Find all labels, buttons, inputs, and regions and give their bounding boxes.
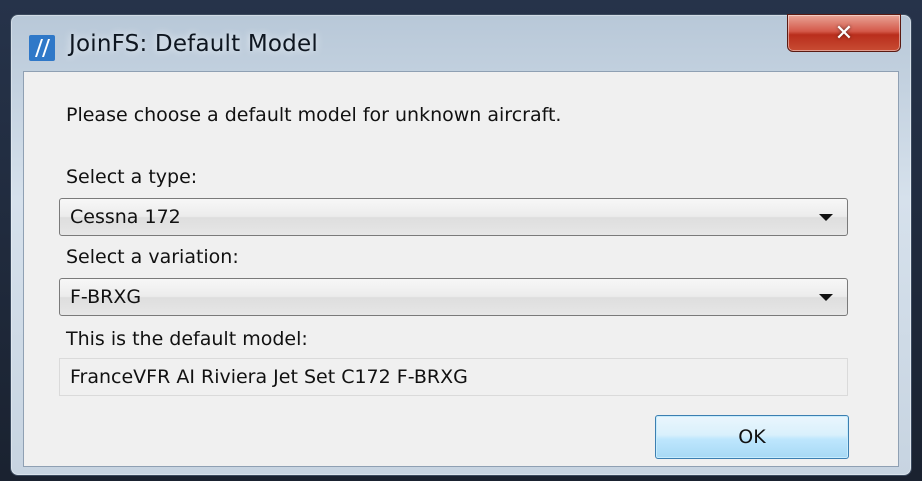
chevron-down-icon: [819, 294, 833, 301]
close-button[interactable]: ✕: [787, 14, 901, 52]
dialog-window: JoinFS: Default Model ✕ Please choose a …: [10, 14, 912, 476]
close-icon: ✕: [834, 20, 854, 46]
window-title: JoinFS: Default Model: [69, 31, 318, 57]
default-model-field[interactable]: FranceVFR AI Riviera Jet Set C172 F-BRXG: [59, 358, 848, 396]
type-label: Select a type:: [66, 166, 198, 188]
type-selected-value: Cessna 172: [70, 206, 181, 228]
chevron-down-icon: [819, 214, 833, 221]
dialog-body: Please choose a default model for unknow…: [23, 71, 899, 467]
variation-label: Select a variation:: [66, 246, 239, 268]
default-model-value: FranceVFR AI Riviera Jet Set C172 F-BRXG: [70, 366, 468, 388]
variation-dropdown[interactable]: F-BRXG: [59, 278, 848, 316]
type-dropdown[interactable]: Cessna 172: [59, 198, 848, 236]
title-bar[interactable]: JoinFS: Default Model ✕: [11, 14, 911, 71]
prompt-text: Please choose a default model for unknow…: [66, 104, 562, 126]
desktop-background: JoinFS: Default Model ✕ Please choose a …: [0, 0, 922, 481]
default-model-label: This is the default model:: [66, 328, 308, 350]
variation-selected-value: F-BRXG: [70, 286, 142, 308]
ok-button[interactable]: OK: [655, 415, 849, 459]
joinfs-logo-icon: [29, 35, 55, 61]
